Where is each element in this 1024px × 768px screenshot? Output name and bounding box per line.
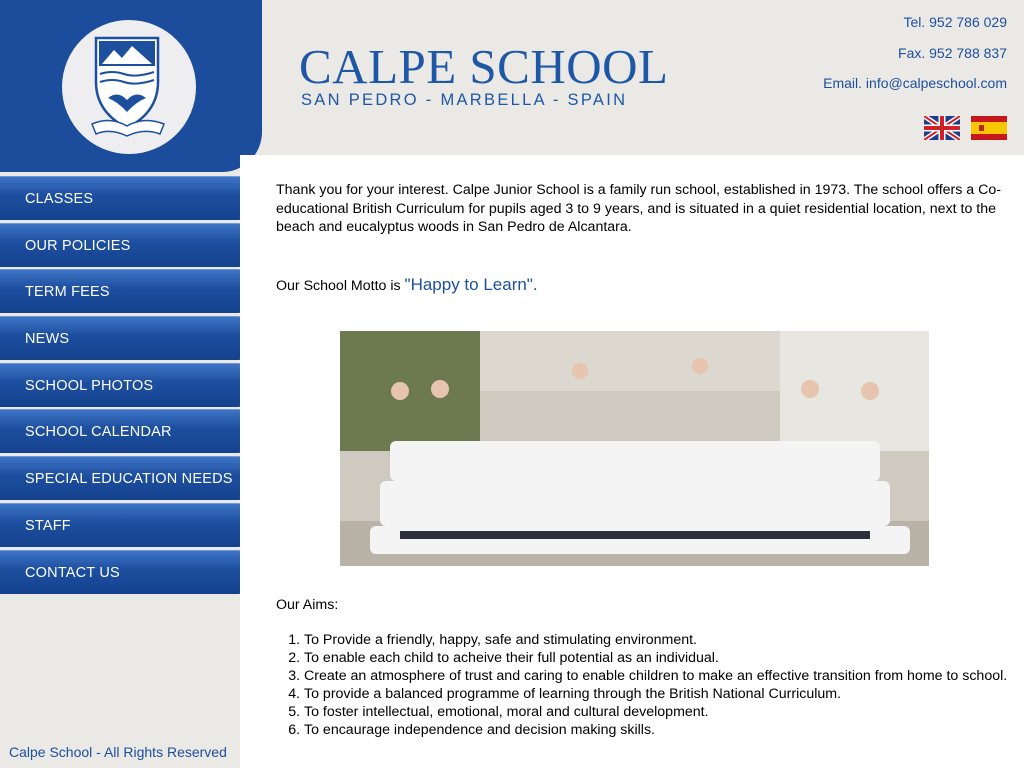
- aims-heading: Our Aims:: [276, 597, 339, 613]
- list-item: To foster intellectual, emotional, moral…: [304, 703, 1007, 721]
- motto-line: Our School Motto is "Happy to Learn".: [276, 275, 538, 295]
- nav-item-term-fees[interactable]: TERM FEES: [0, 269, 260, 314]
- nav-item-label: TERM FEES: [25, 284, 110, 301]
- nav-item-school-photos[interactable]: SCHOOL PHOTOS: [0, 362, 260, 407]
- nav-item-contact-us[interactable]: CONTACT US: [0, 549, 260, 594]
- nav-item-label: CLASSES: [25, 191, 94, 207]
- nav-item-news[interactable]: NEWS: [0, 316, 260, 361]
- spain-flag-icon[interactable]: [971, 116, 1007, 140]
- nav-item-special-education-needs[interactable]: SPECIAL EDUCATION NEEDS: [0, 456, 260, 501]
- nav-item-label: STAFF: [25, 517, 71, 534]
- nav-item-staff[interactable]: STAFF: [0, 502, 260, 547]
- nav-item-classes[interactable]: CLASSES: [0, 176, 260, 220]
- phone-number: Tel. 952 786 029: [903, 14, 1007, 30]
- list-item: To enable each child to acheive their fu…: [304, 649, 1007, 667]
- nav-item-our-policies[interactable]: OUR POLICIES: [0, 222, 260, 267]
- nav-item-label: OUR POLICIES: [25, 237, 131, 254]
- motto-prefix: Our School Motto is: [276, 278, 405, 294]
- list-item: To Provide a friendly, happy, safe and s…: [304, 631, 1007, 649]
- header: CALPE SCHOOL SAN PEDRO - MARBELLA - SPAI…: [262, 0, 1024, 155]
- class-group-photo: [340, 331, 929, 566]
- list-item: Create an atmosphere of trust and caring…: [304, 667, 1007, 685]
- list-item: To provide a balanced programme of learn…: [304, 685, 1007, 703]
- aims-list: To Provide a friendly, happy, safe and s…: [276, 631, 1007, 739]
- nav-item-label: SCHOOL CALENDAR: [25, 424, 172, 441]
- nav-item-label: NEWS: [25, 331, 70, 348]
- list-item: To encaurage independence and decision m…: [304, 721, 1007, 739]
- email-address[interactable]: Email. info@calpeschool.com: [823, 75, 1007, 91]
- footer-copyright: Calpe School - All Rights Reserved: [9, 744, 227, 760]
- main-content: Thank you for your interest. Calpe Junio…: [240, 155, 1024, 768]
- nav-item-label: SCHOOL PHOTOS: [25, 377, 154, 394]
- nav-item-school-calendar[interactable]: SCHOOL CALENDAR: [0, 409, 260, 454]
- school-location: SAN PEDRO - MARBELLA - SPAIN: [301, 91, 628, 109]
- uk-flag-icon[interactable]: [924, 116, 960, 140]
- nav-item-label: CONTACT US: [25, 564, 120, 581]
- nav-item-label: SPECIAL EDUCATION NEEDS: [25, 471, 233, 488]
- logo-panel: [0, 0, 262, 172]
- sidebar: CLASSES OUR POLICIES TERM FEES NEWS SCHO…: [0, 0, 262, 768]
- motto-text: "Happy to Learn".: [404, 275, 538, 294]
- intro-text: Thank you for your interest. Calpe Junio…: [276, 182, 1001, 235]
- school-name: CALPE SCHOOL: [299, 39, 669, 94]
- fax-number: Fax. 952 788 837: [898, 45, 1007, 61]
- main-nav: CLASSES OUR POLICIES TERM FEES NEWS SCHO…: [0, 176, 262, 596]
- school-crest-icon[interactable]: [62, 20, 196, 154]
